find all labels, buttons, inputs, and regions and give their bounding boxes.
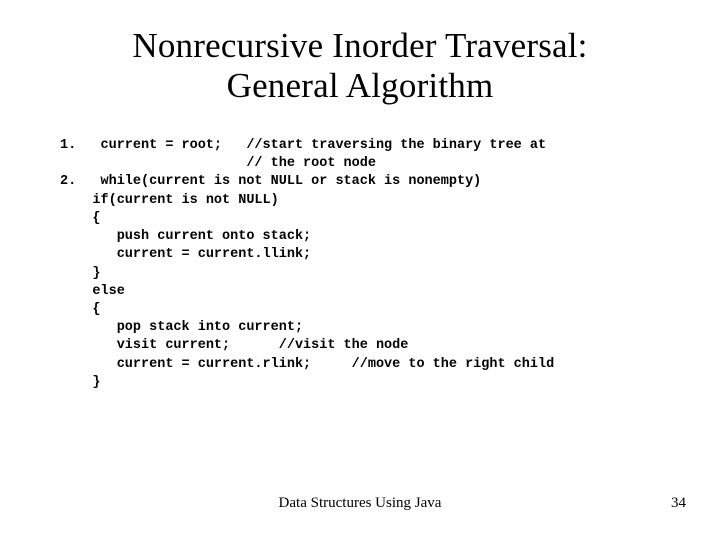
algorithm-code: 1. current = root; //start traversing th… — [60, 137, 554, 392]
title-line-2: General Algorithm — [227, 66, 494, 105]
title-line-1: Nonrecursive Inorder Traversal: — [132, 26, 587, 65]
page-number: 34 — [671, 495, 686, 512]
slide: Nonrecursive Inorder Traversal: General … — [0, 0, 720, 540]
footer-center: Data Structures Using Java — [0, 495, 720, 512]
slide-title: Nonrecursive Inorder Traversal: General … — [0, 0, 720, 107]
